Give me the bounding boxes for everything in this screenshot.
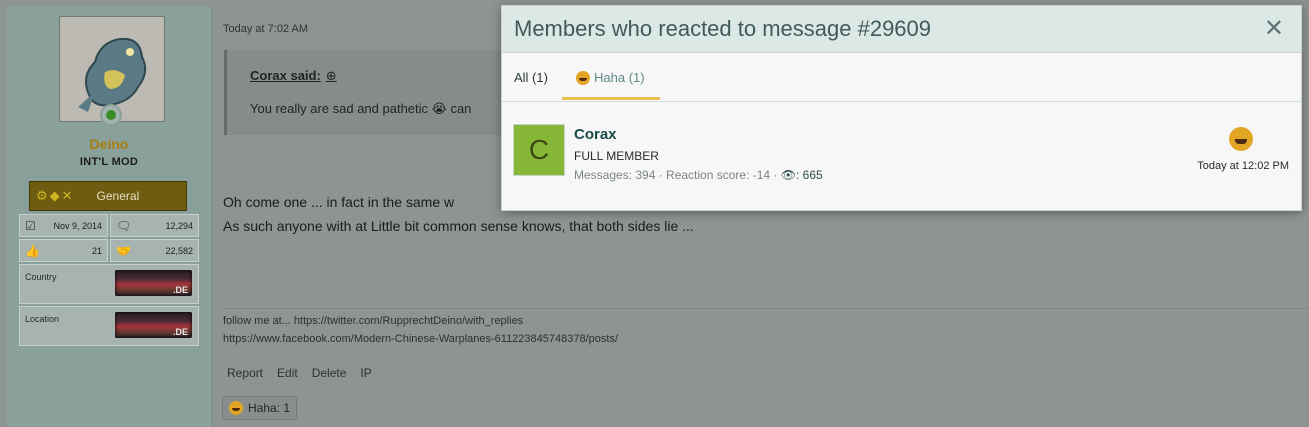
username[interactable]: Deino — [7, 136, 211, 152]
handshake-icon: 🤝 — [116, 243, 131, 258]
country-field: Country .DE — [19, 264, 199, 304]
modal-title: Members who reacted to message #29609 — [514, 16, 932, 41]
online-status-icon — [100, 104, 122, 126]
delete-link[interactable]: Delete — [312, 366, 347, 380]
user-title: INT'L MOD — [79, 156, 139, 168]
haha-emoji-icon — [576, 70, 590, 85]
post-body-line2: As such anyone with at Little bit common… — [223, 218, 694, 234]
thumbs-up-icon: 👍 — [25, 243, 40, 258]
post-time[interactable]: Today at 7:02 AM — [223, 23, 308, 35]
reaction-score-stat: 👍 21 — [19, 239, 108, 262]
location-field: Location .DE — [19, 306, 199, 346]
joined-value: Nov 9, 2014 — [53, 220, 102, 231]
trophy-value: : 665 — [796, 168, 823, 182]
reaction-summary-button[interactable]: Haha: 1 — [222, 396, 298, 420]
signature-divider — [223, 308, 1309, 309]
active-tab-indicator — [562, 97, 660, 100]
modal-header: Members who reacted to message #29609 ✕ — [502, 6, 1301, 53]
points-stat: 🤝 22,582 — [110, 239, 199, 262]
member-stats-text: Messages: 394 · Reaction score: -14 · — [574, 168, 781, 182]
location-label: Location — [25, 314, 60, 324]
edit-link[interactable]: Edit — [277, 366, 298, 380]
post-body-line1: Oh come one ... in fact in the same w — [223, 194, 454, 210]
post-actions: Report Edit Delete IP — [227, 366, 372, 380]
quote-arrow-icon[interactable]: ⊕ — [326, 68, 337, 83]
signature-line1[interactable]: follow me at... https://twitter.com/Rupp… — [223, 315, 523, 327]
country-flag-text: .DE — [172, 285, 188, 295]
user-stats: ☑ Nov 9, 2014 🗨 12,294 👍 21 🤝 22,582 Cou… — [19, 214, 199, 348]
haha-emoji-icon — [229, 401, 243, 415]
signature-line2[interactable]: https://www.facebook.com/Modern-Chinese-… — [223, 333, 618, 345]
trophy-icon: 👁 — [780, 168, 796, 182]
report-link[interactable]: Report — [227, 366, 263, 380]
user-banner: ⚙◆✕ General — [29, 181, 187, 211]
quote-text: You really are sad and pathetic 😭 can — [250, 101, 472, 116]
reaction-tabs: All (1) Haha (1) — [502, 53, 1301, 102]
reaction-time[interactable]: Today at 12:02 PM — [1197, 160, 1289, 172]
tab-haha[interactable]: Haha (1) — [576, 70, 645, 85]
reaction-summary-label: Haha: 1 — [248, 401, 291, 415]
location-flag-text: .DE — [172, 327, 188, 337]
quote-author-label[interactable]: Corax said: — [250, 68, 321, 83]
ip-link[interactable]: IP — [360, 366, 371, 380]
points-value: 22,582 — [165, 245, 193, 256]
messages-stat: 🗨 12,294 — [110, 214, 199, 237]
member-name[interactable]: Corax — [574, 126, 617, 143]
calendar-icon: ☑ — [25, 218, 36, 233]
banner-symbols-icon: ⚙◆✕ — [36, 188, 75, 203]
close-icon[interactable]: ✕ — [1264, 14, 1284, 43]
member-title: FULL MEMBER — [574, 149, 659, 163]
messages-value: 12,294 — [165, 220, 193, 231]
member-avatar[interactable]: C — [513, 124, 565, 176]
tab-all[interactable]: All (1) — [514, 70, 548, 85]
reaction-score-value: 21 — [91, 245, 102, 256]
country-label: Country — [25, 272, 57, 282]
country-flag: .DE — [115, 270, 192, 296]
joined-stat: ☑ Nov 9, 2014 — [19, 214, 108, 237]
banner-label: General — [96, 189, 140, 203]
member-row: C Corax FULL MEMBER Messages: 394 · Reac… — [502, 109, 1301, 209]
user-sidebar: Deino INT'L MOD ⚙◆✕ General ☑ Nov 9, 201… — [7, 6, 212, 427]
tab-haha-label: Haha (1) — [594, 70, 645, 85]
reaction-emoji-icon — [1229, 127, 1253, 156]
post-body-line1-text: Oh come one ... in fact in the same w — [223, 194, 455, 210]
quote-author[interactable]: Corax said: ⊕ — [250, 68, 337, 84]
member-stats: Messages: 394 · Reaction score: -14 · 👁:… — [574, 168, 823, 182]
location-flag: .DE — [115, 312, 192, 338]
messages-icon: 🗨 — [116, 218, 132, 233]
reactions-modal: Members who reacted to message #29609 ✕ … — [501, 5, 1302, 211]
